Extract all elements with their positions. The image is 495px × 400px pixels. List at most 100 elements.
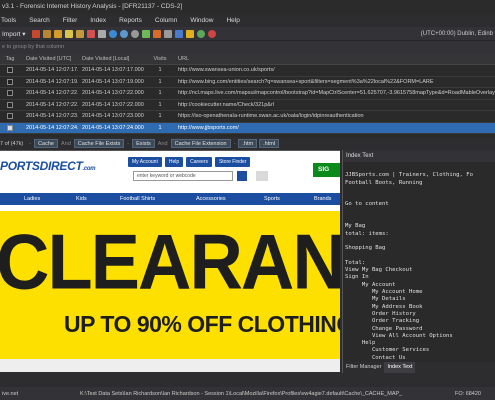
menu-reports[interactable]: Reports xyxy=(119,17,142,24)
visits-cell: 1 xyxy=(158,113,162,119)
folder-icon[interactable] xyxy=(42,29,51,38)
star-icon[interactable] xyxy=(185,29,194,38)
date-utc-cell: 2014-05-14 12:07:24.000 xyxy=(26,124,78,131)
panel-tabs: Filter Manager Index Text xyxy=(343,362,495,373)
col-tag[interactable]: Tag xyxy=(0,54,20,64)
table-row[interactable]: 2014-05-14 12:07:22.000 2014-05-14 13:07:… xyxy=(0,88,495,100)
nav-kids[interactable]: Kids xyxy=(76,193,87,205)
close-icon[interactable] xyxy=(207,29,216,38)
menu-help[interactable]: Help xyxy=(226,17,239,24)
tag-checkbox[interactable] xyxy=(7,101,13,108)
import-button[interactable]: Import ▾ xyxy=(2,30,26,38)
index-text-line: Help xyxy=(345,340,376,347)
nav-accessories[interactable]: Accessories xyxy=(196,193,226,205)
nav-brands[interactable]: Brands xyxy=(314,193,331,205)
settings-icon[interactable] xyxy=(97,29,106,38)
my-account-link[interactable]: My Account xyxy=(128,157,162,167)
nav-football-shirts[interactable]: Football Shirts xyxy=(120,193,155,205)
open-icon[interactable] xyxy=(53,29,62,38)
url-cell: https://iso-openathenaIa-runtime.swan.ac… xyxy=(178,113,364,119)
site-logo[interactable]: PORTSDIRECT.com xyxy=(0,159,96,173)
index-text-line: My Details xyxy=(345,296,406,303)
date-utc-cell: 2014-05-14 12:07:23.000 xyxy=(26,113,78,119)
col-date-utc[interactable]: Date Visited [UTC] xyxy=(20,54,78,64)
page-indicator: 7 of (47k) xyxy=(0,140,24,147)
col-date-local[interactable]: Date Visited [Local] xyxy=(78,54,146,64)
filter-chip-cache-file-extension[interactable]: Cache File Extension xyxy=(170,139,231,148)
table-row[interactable]: 2014-05-14 12:07:23.000 2014-05-14 13:07:… xyxy=(0,111,495,123)
filter-chip-cache-file-exists[interactable]: Cache File Exists xyxy=(73,139,125,148)
table-row[interactable]: 2014-05-14 12:07:24.000 2014-05-14 13:07:… xyxy=(0,122,495,134)
filter-chip-html[interactable]: .html xyxy=(259,139,280,148)
status-left: ive.net xyxy=(2,390,19,397)
index-text-line xyxy=(345,253,493,260)
index-text-line: View My Bag Checkout xyxy=(345,267,413,274)
index-text-line: Football Boots, Running xyxy=(345,179,423,186)
nav-ladies[interactable]: Ladies xyxy=(24,193,40,205)
tag-icon[interactable] xyxy=(64,29,73,38)
help-link[interactable]: Help xyxy=(164,157,184,167)
banner-bottom-strip xyxy=(0,359,340,372)
web-icon[interactable] xyxy=(119,29,128,38)
globe-icon[interactable] xyxy=(108,29,117,38)
tag-cell xyxy=(0,77,20,88)
filter-chip-cache[interactable]: Cache xyxy=(34,139,58,148)
tab-index-text[interactable]: Index Text xyxy=(384,362,416,373)
tag-checkbox[interactable] xyxy=(7,78,13,85)
col-url[interactable]: URL xyxy=(174,54,495,64)
tab-filter-manager[interactable]: Filter Manager xyxy=(343,362,384,373)
filter-chip-exists[interactable]: Exists xyxy=(132,139,155,148)
menu-column[interactable]: Column xyxy=(155,17,177,24)
chart-icon[interactable] xyxy=(141,29,150,38)
save-icon[interactable] xyxy=(75,29,84,38)
site-search-button[interactable] xyxy=(237,171,247,181)
date-utc-cell: 2014-05-14 12:07:17.000 xyxy=(26,67,78,73)
careers-link[interactable]: Careers xyxy=(186,157,212,167)
date-local-cell: 2014-05-14 13:07:19.000 xyxy=(82,78,144,85)
menu-index[interactable]: Index xyxy=(90,17,106,24)
index-text-line: My Bag xyxy=(345,223,366,230)
menu-search[interactable]: Search xyxy=(29,17,50,24)
table-row[interactable]: 2014-05-14 12:07:17.000 2014-05-14 13:07:… xyxy=(0,65,495,77)
refresh-icon[interactable] xyxy=(196,29,205,38)
tag-checkbox[interactable] xyxy=(7,124,13,131)
site-nav: Ladies Kids Football Shirts Accessories … xyxy=(0,193,340,205)
nav-sports[interactable]: Sports xyxy=(264,193,280,205)
site-search-input[interactable]: enter keyword or webcode xyxy=(133,171,233,181)
index-panel-title: Index Text xyxy=(343,150,495,162)
menu-filter[interactable]: Filter xyxy=(63,17,77,24)
filter-icon[interactable] xyxy=(163,29,172,38)
filter-op-arrow: - xyxy=(233,140,236,147)
timezone-selector[interactable]: (UTC+00:00) Dublin, Edinb xyxy=(421,27,493,41)
filter-chip-htm[interactable]: .htm xyxy=(238,139,258,148)
tag-cell xyxy=(0,111,20,122)
index-text-line: Order Tracking xyxy=(345,318,420,325)
index-text-line xyxy=(345,216,493,223)
delete-icon[interactable] xyxy=(86,29,95,38)
clock-icon[interactable] xyxy=(130,29,139,38)
store-finder-link[interactable]: Store Finder xyxy=(214,157,251,167)
menu-tools[interactable]: Tools xyxy=(1,17,16,24)
index-text-line: Sign In xyxy=(345,274,369,281)
stop-icon[interactable] xyxy=(31,29,40,38)
sign-in-button[interactable]: SIG xyxy=(313,163,340,177)
menu-window[interactable]: Window xyxy=(190,17,213,24)
tag-checkbox[interactable] xyxy=(7,67,13,73)
table-row[interactable]: 2014-05-14 12:07:22.000 2014-05-14 13:07:… xyxy=(0,100,495,111)
filter-op-and: And xyxy=(60,140,71,147)
col-visits[interactable]: Visits xyxy=(146,54,174,64)
bag-icon[interactable] xyxy=(256,171,268,181)
history-grid: Tag Date Visited [UTC] Date Visited [Loc… xyxy=(0,54,495,137)
tag-checkbox[interactable] xyxy=(7,90,13,96)
table-row[interactable]: 2014-05-14 12:07:19.000 2014-05-14 13:07:… xyxy=(0,77,495,88)
url-cell: http://cookiecutter.name/Check/321p&rl xyxy=(178,101,274,108)
clearance-banner[interactable]: CLEARANC UP TO 90% OFF CLOTHING xyxy=(0,211,340,372)
search-icon[interactable] xyxy=(174,29,183,38)
tag-checkbox[interactable] xyxy=(7,113,13,119)
index-text-content[interactable]: JJBSports.com | Trainers, Clothing, Fo Fo… xyxy=(343,162,495,362)
banner-subline: UP TO 90% OFF CLOTHING xyxy=(64,311,340,337)
site-top-links: My Account Help Careers Store Finder xyxy=(128,157,253,167)
status-path: K:\Test Data Sets\Ian Richardson\Ian Ric… xyxy=(80,390,403,397)
report-icon[interactable] xyxy=(152,29,161,38)
date-local-cell: 2014-05-14 13:07:17.000 xyxy=(82,67,144,73)
